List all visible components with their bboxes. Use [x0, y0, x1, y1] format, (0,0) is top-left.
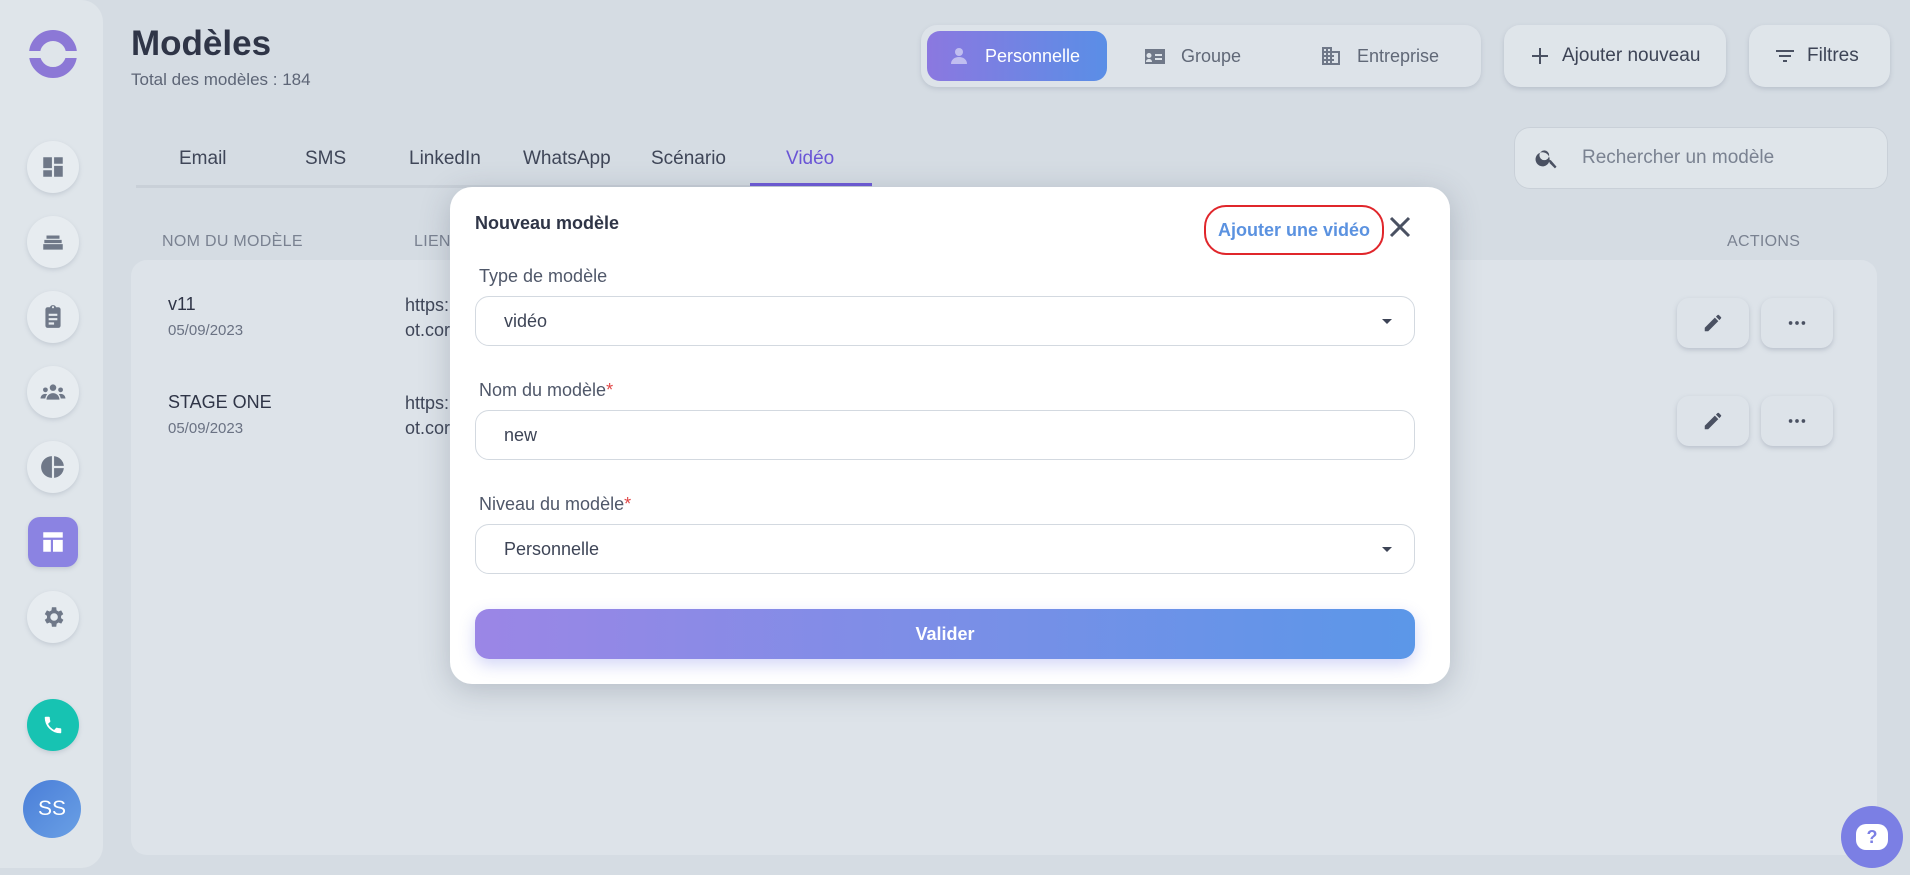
- level-tab-entreprise[interactable]: Entreprise: [1299, 31, 1479, 81]
- filters-label: Filtres: [1807, 45, 1859, 66]
- pencil-icon: [1704, 314, 1722, 332]
- sidebar-item-settings[interactable]: [27, 591, 79, 643]
- templates-icon: [43, 532, 63, 552]
- sidebar-item-reports[interactable]: [27, 441, 79, 493]
- level-select[interactable]: Personnelle: [475, 524, 1415, 574]
- row-link[interactable]: https: ot.cor: [405, 391, 450, 441]
- filter-icon: [1776, 50, 1794, 62]
- name-input[interactable]: new: [475, 410, 1415, 460]
- tab-video[interactable]: Vidéo: [786, 148, 834, 170]
- tab-whatsapp[interactable]: WhatsApp: [523, 148, 611, 170]
- more-icon: [1788, 321, 1806, 325]
- validate-button[interactable]: Valider: [475, 609, 1415, 659]
- level-tab-groupe[interactable]: Groupe: [1123, 31, 1283, 81]
- search-icon: [1535, 150, 1557, 169]
- sidebar: SS: [0, 0, 103, 868]
- level-tab-label: Entreprise: [1357, 45, 1440, 66]
- close-button[interactable]: [1386, 213, 1414, 241]
- building-icon: [1322, 47, 1340, 65]
- id-card-icon: [1145, 49, 1165, 64]
- row-link-line: https:: [405, 393, 450, 413]
- edit-button[interactable]: [1677, 298, 1749, 348]
- name-input-value: new: [504, 424, 538, 445]
- person-icon: [951, 48, 967, 64]
- sidebar-item-team[interactable]: [27, 366, 79, 418]
- search-box: [1514, 127, 1888, 189]
- sidebar-item-stack[interactable]: [27, 216, 79, 268]
- phone-icon: [44, 716, 62, 734]
- level-label: Niveau du modèle*: [479, 494, 631, 515]
- name-label-text: Nom du modèle: [479, 380, 607, 400]
- help-icon: ?: [1856, 824, 1888, 850]
- avatar[interactable]: SS: [23, 780, 81, 838]
- add-video-button[interactable]: Ajouter une vidéo: [1204, 205, 1384, 255]
- row-date: 05/09/2023: [168, 420, 244, 437]
- app-logo[interactable]: [26, 30, 84, 78]
- plus-icon: [1532, 48, 1548, 64]
- team-icon: [40, 384, 66, 400]
- filters-button[interactable]: Filtres: [1749, 25, 1890, 87]
- pie-chart-icon: [41, 456, 64, 478]
- row-link-line: ot.cor: [405, 418, 451, 438]
- sidebar-item-templates[interactable]: [28, 517, 78, 567]
- row-date: 05/09/2023: [168, 322, 244, 339]
- required-mark: *: [606, 380, 614, 400]
- more-button[interactable]: [1761, 396, 1833, 446]
- tab-email[interactable]: Email: [179, 148, 227, 170]
- column-header-actions: ACTIONS: [1727, 233, 1801, 250]
- type-select-value: vidéo: [504, 310, 548, 331]
- name-label: Nom du modèle*: [479, 380, 613, 401]
- level-label-text: Niveau du modèle: [479, 494, 625, 514]
- row-link-line: ot.cor: [405, 320, 451, 340]
- close-icon: [1389, 216, 1411, 238]
- modal-title: Nouveau modèle: [475, 213, 620, 233]
- search-input[interactable]: [1582, 141, 1872, 175]
- phone-button[interactable]: [27, 699, 79, 751]
- level-switch: Personnelle Groupe Entreprise: [921, 25, 1481, 87]
- dashboard-icon: [43, 157, 63, 177]
- new-template-modal: Nouveau modèle Ajouter une vidéo Type de…: [450, 187, 1450, 684]
- level-tab-label: Personnelle: [985, 45, 1081, 66]
- column-header-link: LIEN: [414, 233, 451, 250]
- more-button[interactable]: [1761, 298, 1833, 348]
- tab-scenario[interactable]: Scénario: [651, 148, 726, 170]
- clipboard-icon: [45, 305, 61, 328]
- add-new-label: Ajouter nouveau: [1562, 45, 1701, 66]
- row-name: v11: [168, 294, 196, 314]
- column-header-name: NOM DU MODÈLE: [162, 233, 303, 250]
- level-select-value: Personnelle: [504, 538, 600, 559]
- sidebar-item-tasks[interactable]: [27, 291, 79, 343]
- tab-linkedin[interactable]: LinkedIn: [409, 148, 481, 170]
- pencil-icon: [1704, 412, 1722, 430]
- edit-button[interactable]: [1677, 396, 1749, 446]
- gear-icon: [44, 607, 64, 627]
- chevron-down-icon: [1382, 319, 1392, 324]
- type-tabs: Email SMS LinkedIn WhatsApp Scénario Vid…: [136, 140, 872, 188]
- help-button[interactable]: ?: [1841, 806, 1903, 868]
- required-mark: *: [624, 494, 632, 514]
- add-new-button[interactable]: Ajouter nouveau: [1504, 25, 1726, 87]
- chevron-down-icon: [1382, 547, 1392, 552]
- row-name: STAGE ONE: [168, 392, 272, 412]
- tab-sms[interactable]: SMS: [305, 148, 346, 170]
- sidebar-item-dashboard[interactable]: [27, 141, 79, 193]
- page-subtitle: Total des modèles : 184: [131, 70, 311, 89]
- type-select[interactable]: vidéo: [475, 296, 1415, 346]
- row-link[interactable]: https: ot.cor: [405, 293, 450, 343]
- page-title: Modèles: [131, 24, 272, 63]
- active-tab-indicator: [750, 183, 872, 186]
- row-link-line: https:: [405, 295, 450, 315]
- stack-icon: [43, 235, 63, 250]
- level-tab-label: Groupe: [1181, 45, 1242, 66]
- more-icon: [1788, 419, 1806, 423]
- type-label: Type de modèle: [479, 266, 608, 286]
- level-tab-personnelle[interactable]: Personnelle: [927, 31, 1107, 81]
